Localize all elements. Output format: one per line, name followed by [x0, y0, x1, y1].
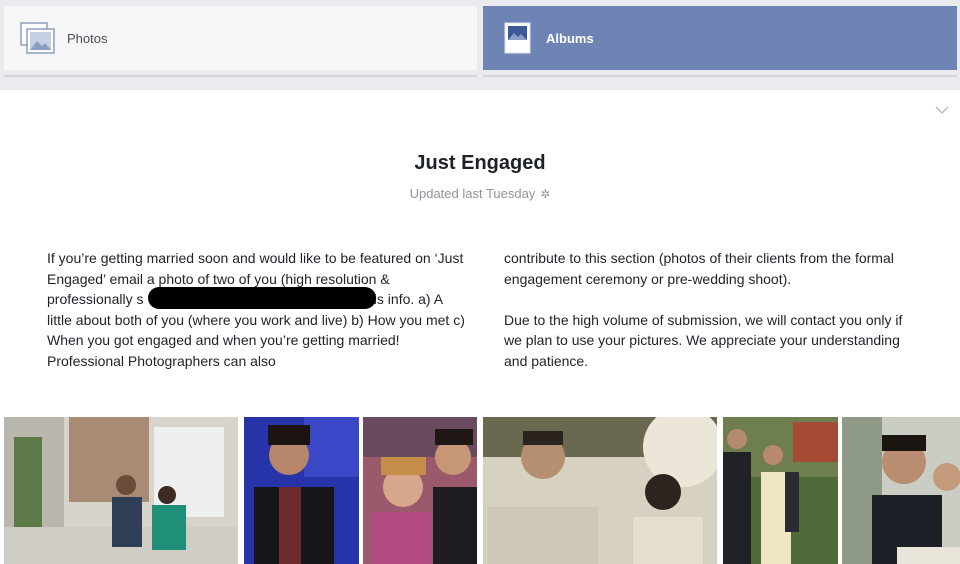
album-tabs: Photos Albums — [0, 0, 960, 90]
gear-icon[interactable]: ✲ — [540, 187, 550, 201]
album-title: Just Engaged — [414, 152, 546, 174]
tab-divider — [483, 75, 957, 77]
chevron-down-icon[interactable] — [934, 102, 950, 118]
album-updated: Updated last Tuesday ✲ — [0, 186, 960, 201]
tab-photos-label: Photos — [67, 31, 108, 46]
album-icon — [503, 21, 539, 55]
tab-albums[interactable]: Albums — [483, 6, 957, 70]
redaction-mark — [148, 287, 376, 309]
album-description-left: If you’re getting married soon and would… — [47, 250, 465, 369]
album-photo[interactable] — [4, 417, 238, 564]
tab-photos[interactable]: Photos — [4, 6, 477, 70]
album-photo[interactable] — [363, 417, 477, 564]
tab-albums-label: Albums — [546, 31, 594, 46]
album-photo[interactable] — [723, 417, 838, 564]
album-photo-strip — [0, 417, 960, 564]
album-photo[interactable] — [842, 417, 960, 564]
description-paragraph: contribute to this section (photos of th… — [504, 250, 894, 287]
album-photo[interactable] — [244, 417, 359, 564]
album-photo[interactable] — [483, 417, 717, 564]
album-description-right: contribute to this section (photos of th… — [504, 248, 924, 392]
updated-text: Updated last Tuesday — [409, 186, 536, 201]
description-paragraph: Due to the high volume of submission, we… — [504, 311, 903, 369]
photos-icon — [20, 22, 56, 56]
tab-divider — [4, 75, 477, 77]
